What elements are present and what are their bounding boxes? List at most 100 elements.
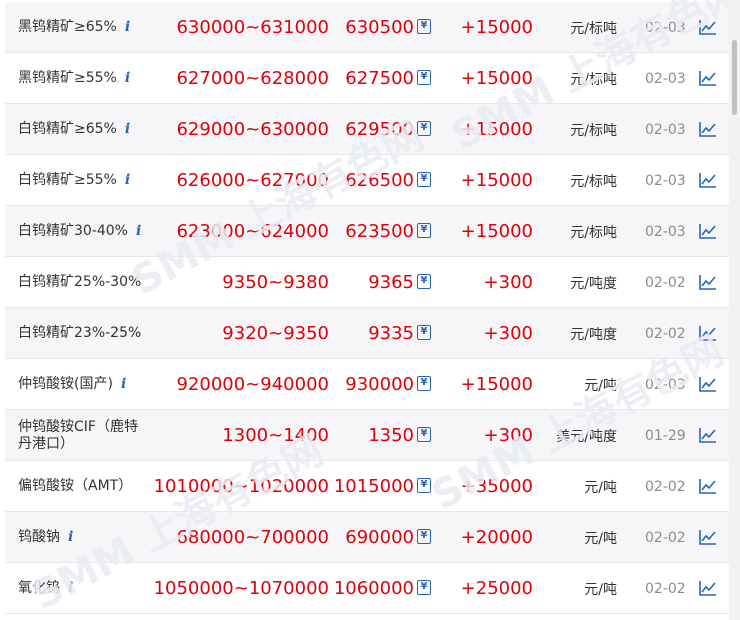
price-range: 627000~628000 [176, 68, 329, 89]
table-row[interactable]: 白钨精矿23%-25% 9320~9350 9335 ¥ +300 元/吨度 0… [5, 308, 729, 359]
yuan-icon[interactable]: ¥ [417, 478, 431, 493]
scrollbar-thumb[interactable] [732, 40, 737, 115]
price-change: +300 [483, 323, 533, 344]
price-date: 02-02 [645, 274, 686, 291]
average-price: 623500 [345, 221, 414, 242]
price-change: +15000 [460, 119, 533, 140]
average-price: 9365 [368, 272, 414, 293]
yuan-icon[interactable]: ¥ [417, 19, 431, 34]
line-chart-icon[interactable] [699, 427, 717, 443]
price-change: +15000 [460, 170, 533, 191]
price-range: 680000~700000 [176, 527, 329, 548]
line-chart-icon[interactable] [699, 172, 717, 188]
product-name[interactable]: 仲钨酸铵(国产) [18, 376, 113, 393]
info-icon[interactable]: i [125, 19, 130, 36]
line-chart-icon[interactable] [699, 274, 717, 290]
table-row[interactable]: 黑钨精矿≥65% i 630000~631000 630500 ¥ +15000… [5, 2, 729, 53]
line-chart-icon[interactable] [699, 478, 717, 494]
info-icon[interactable]: i [68, 529, 73, 546]
price-unit: 元/标吨 [570, 224, 617, 241]
product-name-cell[interactable]: 黑钨精矿≥65% i [18, 2, 168, 53]
product-name-cell[interactable]: 白钨精矿≥55% i [18, 155, 168, 206]
yuan-icon[interactable]: ¥ [417, 529, 431, 544]
product-name[interactable]: 黑钨精矿≥65% [18, 19, 117, 36]
price-date: 02-03 [645, 172, 686, 189]
line-chart-icon[interactable] [699, 529, 717, 545]
line-chart-icon[interactable] [699, 580, 717, 596]
table-row[interactable]: 偏钨酸铵（AMT） 1010000~1020000 1015000 ¥ +350… [5, 461, 729, 512]
average-price: 630500 [345, 17, 414, 38]
product-name[interactable]: 氧化钨 [18, 580, 60, 597]
yuan-icon[interactable]: ¥ [417, 325, 431, 340]
yuan-icon[interactable]: ¥ [417, 70, 431, 85]
product-name[interactable]: 白钨精矿30-40% [18, 223, 128, 240]
yuan-icon[interactable]: ¥ [417, 172, 431, 187]
price-unit: 元/吨度 [570, 275, 617, 292]
product-name[interactable]: 白钨精矿≥65% [18, 121, 117, 138]
info-icon[interactable]: i [68, 580, 73, 597]
price-date: 02-03 [645, 121, 686, 138]
price-date: 01-29 [645, 427, 686, 444]
product-name-cell[interactable]: 白钨精矿30-40% i [18, 206, 168, 257]
price-date: 02-02 [645, 325, 686, 342]
line-chart-icon[interactable] [699, 70, 717, 86]
price-table: 黑钨精矿≥65% i 630000~631000 630500 ¥ +15000… [5, 2, 729, 614]
table-row[interactable]: 仲钨酸铵CIF（鹿特丹港口） 1300~1400 1350 ¥ +300 美元/… [5, 410, 729, 461]
product-name-cell[interactable]: 仲钨酸铵CIF（鹿特丹港口） [18, 410, 168, 461]
table-row[interactable]: 白钨精矿≥55% i 626000~627000 626500 ¥ +15000… [5, 155, 729, 206]
product-name-cell[interactable]: 仲钨酸铵(国产) i [18, 359, 168, 410]
yuan-icon[interactable]: ¥ [417, 274, 431, 289]
yuan-icon[interactable]: ¥ [417, 376, 431, 391]
price-change: +15000 [460, 374, 533, 395]
info-icon[interactable]: i [136, 223, 141, 240]
price-date: 02-02 [645, 529, 686, 546]
line-chart-icon[interactable] [699, 376, 717, 392]
price-unit: 元/吨 [584, 479, 617, 496]
price-unit: 元/吨 [584, 377, 617, 394]
product-name-cell[interactable]: 钨酸钠 i [18, 512, 168, 563]
price-change: +35000 [460, 476, 533, 497]
line-chart-icon[interactable] [699, 325, 717, 341]
price-unit: 元/标吨 [570, 20, 617, 37]
table-row[interactable]: 仲钨酸铵(国产) i 920000~940000 930000 ¥ +15000… [5, 359, 729, 410]
yuan-icon[interactable]: ¥ [417, 121, 431, 136]
table-row[interactable]: 钨酸钠 i 680000~700000 690000 ¥ +20000 元/吨 … [5, 512, 729, 563]
yuan-icon[interactable]: ¥ [417, 427, 431, 442]
product-name[interactable]: 白钨精矿23%-25% [18, 325, 141, 342]
info-icon[interactable]: i [125, 70, 130, 87]
product-name[interactable]: 钨酸钠 [18, 529, 60, 546]
info-icon[interactable]: i [121, 376, 126, 393]
line-chart-icon[interactable] [699, 121, 717, 137]
average-price: 626500 [345, 170, 414, 191]
product-name[interactable]: 偏钨酸铵（AMT） [18, 478, 132, 495]
product-name-cell[interactable]: 白钨精矿25%-30% [18, 257, 168, 308]
info-icon[interactable]: i [125, 172, 130, 189]
line-chart-icon[interactable] [699, 223, 717, 239]
price-range: 1300~1400 [222, 425, 329, 446]
product-name-cell[interactable]: 氧化钨 i [18, 563, 168, 614]
product-name[interactable]: 仲钨酸铵CIF（鹿特丹港口） [18, 419, 140, 453]
table-row[interactable]: 白钨精矿≥65% i 629000~630000 629500 ¥ +15000… [5, 104, 729, 155]
yuan-icon[interactable]: ¥ [417, 223, 431, 238]
product-name-cell[interactable]: 偏钨酸铵（AMT） [18, 461, 168, 512]
product-name-cell[interactable]: 白钨精矿≥65% i [18, 104, 168, 155]
table-row[interactable]: 黑钨精矿≥55% i 627000~628000 627500 ¥ +15000… [5, 53, 729, 104]
info-icon[interactable]: i [125, 121, 130, 138]
yuan-icon[interactable]: ¥ [417, 580, 431, 595]
vertical-scrollbar[interactable] [729, 0, 740, 620]
product-name-cell[interactable]: 黑钨精矿≥55% i [18, 53, 168, 104]
price-range: 629000~630000 [176, 119, 329, 140]
product-name[interactable]: 白钨精矿≥55% [18, 172, 117, 189]
table-row[interactable]: 白钨精矿30-40% i 623000~624000 623500 ¥ +150… [5, 206, 729, 257]
line-chart-icon[interactable] [699, 19, 717, 35]
table-row[interactable]: 白钨精矿25%-30% 9350~9380 9365 ¥ +300 元/吨度 0… [5, 257, 729, 308]
price-unit: 元/标吨 [570, 173, 617, 190]
table-row[interactable]: 氧化钨 i 1050000~1070000 1060000 ¥ +25000 元… [5, 563, 729, 614]
price-range: 9350~9380 [222, 272, 329, 293]
product-name[interactable]: 黑钨精矿≥55% [18, 70, 117, 87]
average-price: 1350 [368, 425, 414, 446]
product-name-cell[interactable]: 白钨精矿23%-25% [18, 308, 168, 359]
product-name[interactable]: 白钨精矿25%-30% [18, 274, 141, 291]
price-unit: 元/标吨 [570, 122, 617, 139]
price-change: +300 [483, 425, 533, 446]
